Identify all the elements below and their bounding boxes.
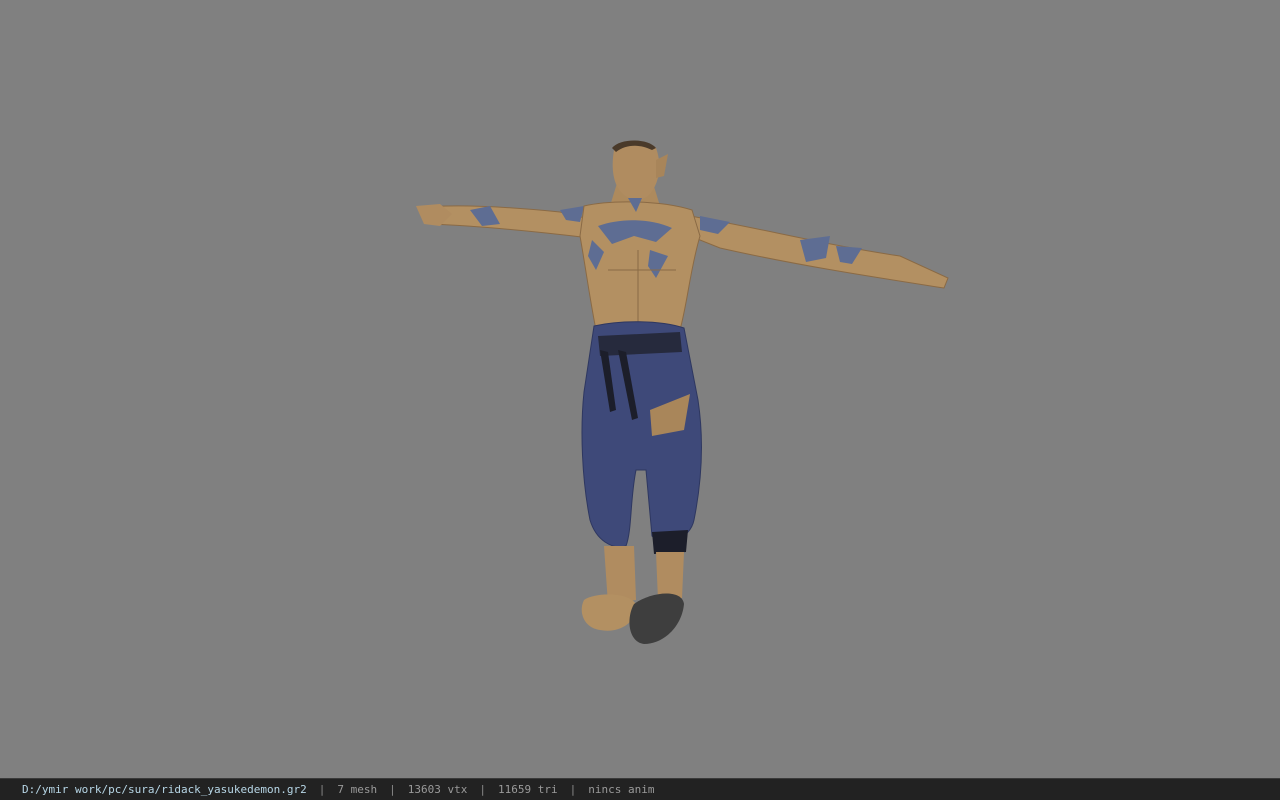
separator: |	[389, 783, 396, 796]
character-model	[416, 140, 949, 644]
vertex-count: 13603 vtx	[407, 783, 468, 796]
belt	[598, 332, 682, 356]
right-shoe	[629, 593, 684, 644]
pants	[581, 321, 702, 548]
right-leg	[656, 552, 684, 600]
3d-viewport[interactable]	[0, 0, 1280, 778]
file-path: D:/ymir work/pc/sura/ridack_yasukedemon.…	[22, 783, 307, 796]
mesh-count: 7 mesh	[337, 783, 378, 796]
separator: |	[479, 783, 487, 796]
triangle-count: 11659 tri	[498, 783, 558, 796]
separator: |	[569, 783, 577, 796]
left-foot	[581, 594, 637, 631]
separator: |	[318, 783, 326, 796]
animation-status: nincs anim	[588, 783, 655, 796]
status-bar: D:/ymir work/pc/sura/ridack_yasukedemon.…	[0, 778, 1280, 800]
